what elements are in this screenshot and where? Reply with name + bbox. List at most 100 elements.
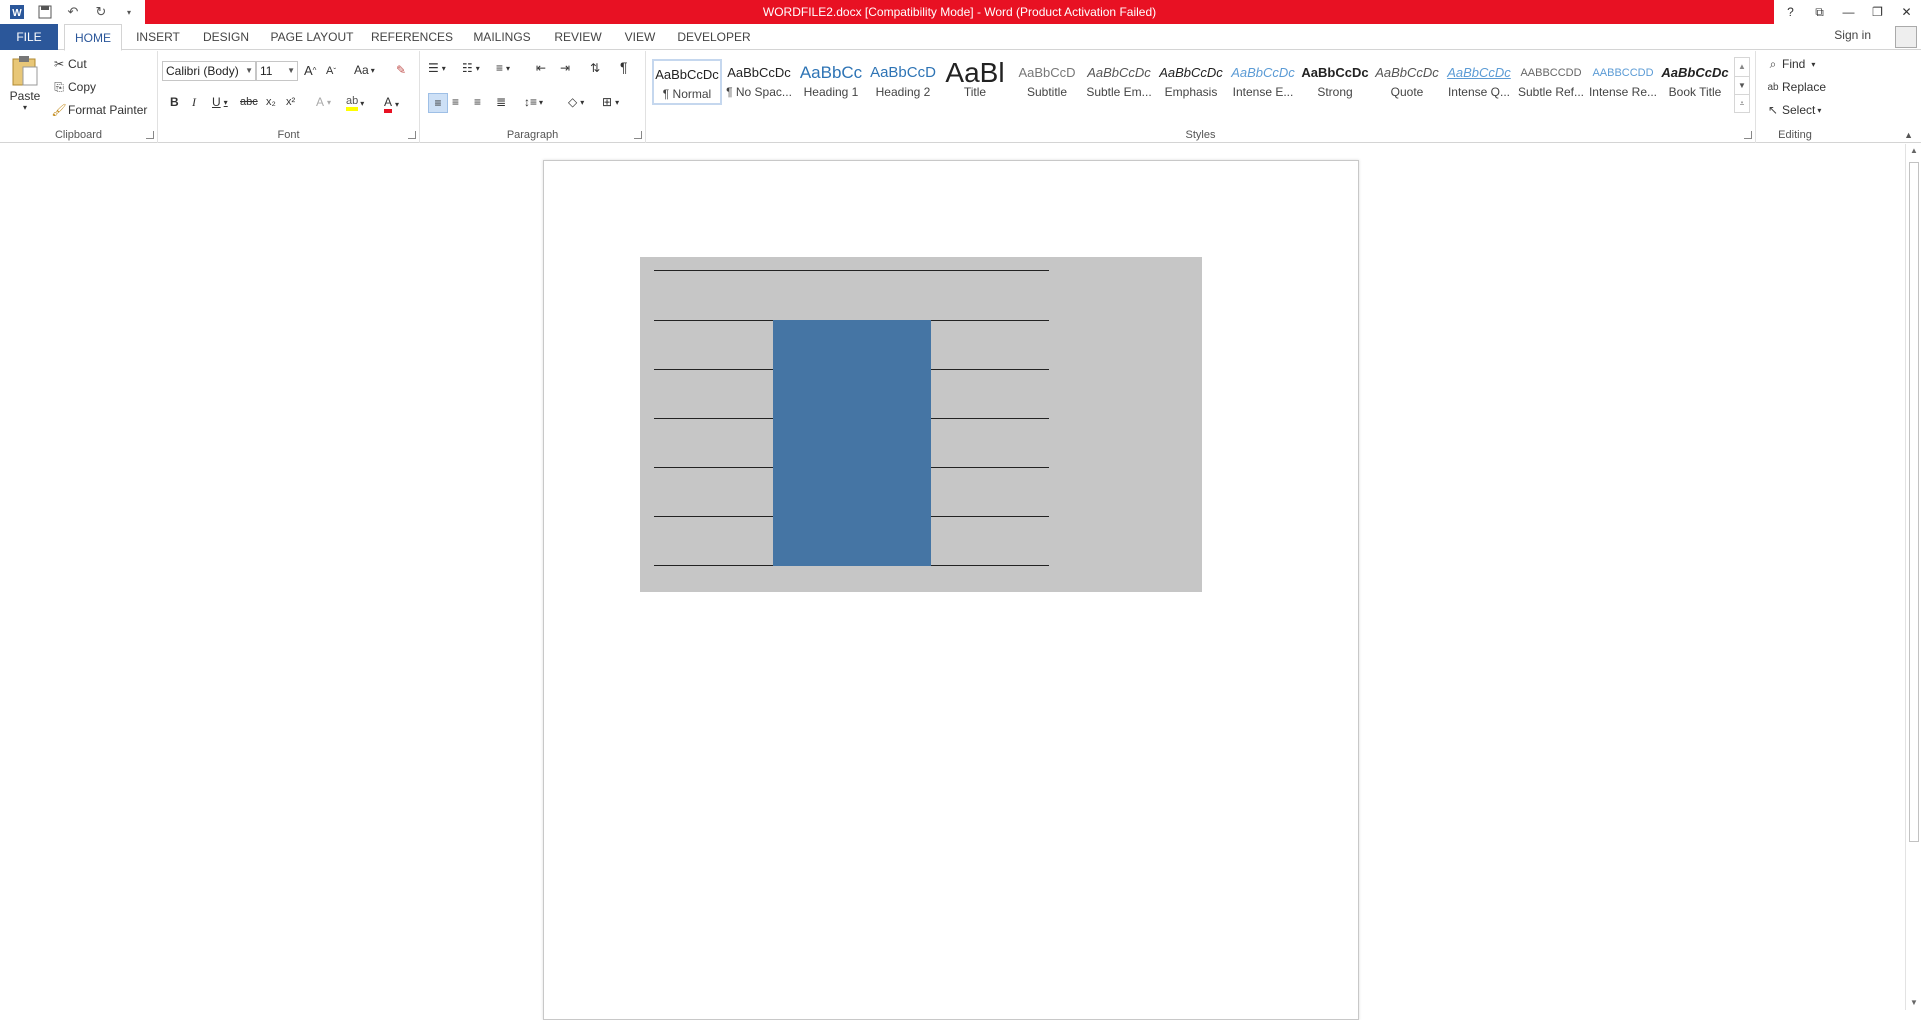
line-spacing-button[interactable]: ↕≡ ▾ bbox=[524, 95, 543, 109]
tab-mailings[interactable]: MAILINGS bbox=[468, 24, 536, 50]
styles-down-icon[interactable]: ▼ bbox=[1735, 76, 1749, 94]
align-right-icon[interactable]: ≡ bbox=[474, 95, 481, 109]
scroll-up-icon[interactable]: ▲ bbox=[1908, 144, 1920, 158]
document-page[interactable] bbox=[543, 160, 1359, 1020]
tab-review[interactable]: REVIEW bbox=[549, 24, 607, 50]
shrink-font-button[interactable]: Aˇ bbox=[326, 65, 336, 77]
styles-group-label: Styles bbox=[1185, 129, 1216, 141]
style-book-title[interactable]: AaBbCcDc Book Title bbox=[1660, 59, 1730, 105]
clear-formatting-icon[interactable]: ✎ bbox=[396, 63, 406, 77]
paragraph-launcher-icon[interactable] bbox=[634, 131, 642, 139]
tab-home[interactable]: HOME bbox=[64, 24, 122, 51]
shading-button[interactable]: ◇ ▾ bbox=[568, 95, 584, 109]
undo-icon[interactable]: ↶ bbox=[64, 3, 82, 21]
tab-design[interactable]: DESIGN bbox=[197, 24, 255, 50]
justify-icon[interactable]: ≣ bbox=[496, 95, 506, 109]
restore-icon[interactable]: ❐ bbox=[1863, 0, 1892, 24]
underline-label: U bbox=[212, 95, 221, 109]
italic-button[interactable]: I bbox=[192, 95, 196, 110]
style-name: ¶ Normal bbox=[662, 87, 712, 101]
align-left-icon[interactable]: ≡ bbox=[428, 93, 448, 113]
paste-dropdown-icon[interactable]: ▾ bbox=[23, 103, 27, 112]
style-heading-2[interactable]: AaBbCcD Heading 2 bbox=[868, 59, 938, 105]
tab-insert[interactable]: INSERT bbox=[132, 24, 184, 50]
show-formatting-icon[interactable]: ¶ bbox=[620, 59, 628, 75]
underline-button[interactable]: U ▾ bbox=[212, 95, 228, 109]
style-sample: AaBbCcDc bbox=[727, 65, 791, 80]
collapse-ribbon-icon[interactable]: ▲ bbox=[1904, 130, 1913, 140]
increase-indent-icon[interactable]: ⇥ bbox=[560, 61, 570, 75]
ribbon-display-icon[interactable]: ⧉ bbox=[1805, 0, 1834, 24]
save-icon[interactable] bbox=[36, 3, 54, 21]
clipboard-launcher-icon[interactable] bbox=[146, 131, 154, 139]
borders-button[interactable]: ⊞ ▾ bbox=[602, 95, 619, 109]
sign-in-link[interactable]: Sign in bbox=[1834, 28, 1871, 42]
blue-bar[interactable] bbox=[773, 320, 931, 566]
copy-button[interactable]: ⎘ Copy bbox=[50, 78, 96, 96]
style-strong[interactable]: AaBbCcDc Strong bbox=[1300, 59, 1370, 105]
bullets-button[interactable]: ☰ ▾ bbox=[428, 61, 446, 75]
format-painter-button[interactable]: 🖌 Format Painter bbox=[50, 101, 147, 119]
style-subtle-reference[interactable]: AABBCCDD Subtle Ref... bbox=[1516, 59, 1586, 105]
cut-button[interactable]: ✂ Cut bbox=[50, 55, 87, 73]
align-center-icon[interactable]: ≡ bbox=[452, 95, 459, 109]
scroll-down-icon[interactable]: ▼ bbox=[1908, 996, 1920, 1010]
scissors-icon: ✂ bbox=[53, 57, 65, 71]
chart-placeholder[interactable] bbox=[640, 257, 1202, 592]
subscript-button[interactable]: x₂ bbox=[266, 96, 276, 108]
decrease-indent-icon[interactable]: ⇤ bbox=[536, 61, 546, 75]
style-subtle-emphasis[interactable]: AaBbCcDc Subtle Em... bbox=[1084, 59, 1154, 105]
tab-view[interactable]: VIEW bbox=[620, 24, 660, 50]
strikethrough-button[interactable]: abc bbox=[240, 96, 258, 108]
font-launcher-icon[interactable] bbox=[408, 131, 416, 139]
style-emphasis[interactable]: AaBbCcDc Emphasis bbox=[1156, 59, 1226, 105]
style-title[interactable]: AaBl Title bbox=[940, 59, 1010, 105]
style-subtitle[interactable]: AaBbCcD Subtitle bbox=[1012, 59, 1082, 105]
text-effects-button[interactable]: A ▾ bbox=[316, 95, 331, 109]
paste-button[interactable]: Paste ▾ bbox=[6, 55, 44, 121]
styles-more-icon[interactable]: ⩡ bbox=[1735, 94, 1749, 112]
chevron-down-icon: ▼ bbox=[245, 66, 253, 75]
help-icon[interactable]: ? bbox=[1776, 0, 1805, 24]
font-size-combo[interactable]: 11 ▼ bbox=[256, 61, 298, 81]
change-case-button[interactable]: Aa ▾ bbox=[354, 63, 375, 77]
style-intense-reference[interactable]: AABBCCDD Intense Re... bbox=[1588, 59, 1658, 105]
tab-file[interactable]: FILE bbox=[0, 24, 58, 50]
style-intense-emphasis[interactable]: AaBbCcDc Intense E... bbox=[1228, 59, 1298, 105]
vertical-scrollbar[interactable]: ▲ ▼ bbox=[1905, 144, 1921, 1010]
style-heading-1[interactable]: AaBbCc Heading 1 bbox=[796, 59, 866, 105]
word-logo-icon[interactable]: W bbox=[8, 3, 26, 21]
style-intense-quote[interactable]: AaBbCcDc Intense Q... bbox=[1444, 59, 1514, 105]
highlight-button[interactable]: ab ▾ bbox=[346, 95, 364, 111]
styles-group: AaBbCcDc ¶ Normal AaBbCcDc ¶ No Spac... … bbox=[646, 51, 1756, 143]
multilevel-list-button[interactable]: ≡ ▾ bbox=[496, 61, 510, 75]
tab-page-layout[interactable]: PAGE LAYOUT bbox=[268, 24, 356, 50]
font-name-combo[interactable]: Calibri (Body) ▼ bbox=[162, 61, 256, 81]
styles-scroller: ▲ ▼ ⩡ bbox=[1734, 57, 1750, 113]
tab-developer[interactable]: DEVELOPER bbox=[673, 24, 755, 50]
borders-icon: ⊞ bbox=[602, 95, 613, 109]
scroll-thumb[interactable] bbox=[1909, 162, 1919, 842]
superscript-button[interactable]: x² bbox=[286, 96, 295, 108]
multilevel-list-icon: ≡ bbox=[496, 61, 504, 75]
grow-font-button[interactable]: A ^ bbox=[304, 63, 316, 78]
redo-icon[interactable]: ↻ bbox=[92, 3, 110, 21]
tab-references[interactable]: REFERENCES bbox=[369, 24, 455, 50]
replace-button[interactable]: ab Replace bbox=[1764, 78, 1826, 96]
font-color-button[interactable]: A ▾ bbox=[384, 95, 399, 113]
bold-button[interactable]: B bbox=[170, 95, 179, 109]
find-button[interactable]: ⌕ Find ▾ bbox=[1764, 55, 1816, 73]
style-no-spacing[interactable]: AaBbCcDc ¶ No Spac... bbox=[724, 59, 794, 105]
select-button[interactable]: ↖ Select ▾ bbox=[1764, 101, 1821, 119]
style-sample: AaBbCcDc bbox=[1159, 65, 1223, 80]
numbering-button[interactable]: ☷ ▾ bbox=[462, 61, 480, 75]
close-icon[interactable]: ✕ bbox=[1892, 0, 1921, 24]
style-quote[interactable]: AaBbCcDc Quote bbox=[1372, 59, 1442, 105]
avatar[interactable] bbox=[1895, 26, 1917, 48]
customize-icon[interactable]: ▾ bbox=[120, 3, 138, 21]
style-normal[interactable]: AaBbCcDc ¶ Normal bbox=[652, 59, 722, 105]
sort-icon[interactable]: ⇅ bbox=[590, 61, 600, 75]
minimize-icon[interactable]: — bbox=[1834, 0, 1863, 24]
styles-launcher-icon[interactable] bbox=[1744, 131, 1752, 139]
styles-up-icon[interactable]: ▲ bbox=[1735, 58, 1749, 76]
